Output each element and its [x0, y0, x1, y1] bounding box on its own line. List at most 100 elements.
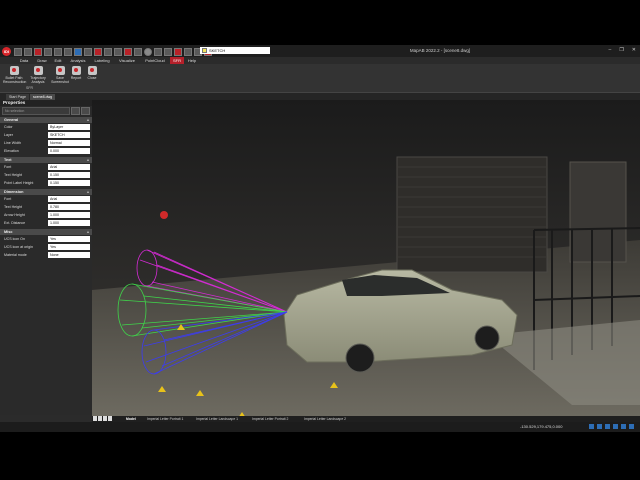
zoom-icon[interactable] [74, 48, 82, 56]
property-value[interactable]: Yes [48, 236, 90, 242]
tab-draw[interactable]: Draw [34, 57, 50, 64]
tab-data[interactable]: Data [14, 57, 34, 64]
redo-icon[interactable] [64, 48, 72, 56]
maximize-icon[interactable]: ❐ [619, 47, 623, 53]
section-dimension[interactable]: Dimension [0, 189, 92, 195]
snap-toggle-icon[interactable] [589, 424, 594, 429]
selection-filter: No selection [2, 107, 90, 115]
print-icon[interactable] [44, 48, 52, 56]
quick-select-icon[interactable] [71, 107, 80, 115]
property-value[interactable]: 1.000 [48, 220, 90, 226]
property-value[interactable]: 0.780 [48, 204, 90, 210]
tab-edit[interactable]: Edit [50, 57, 66, 64]
property-value[interactable]: Arial [48, 164, 90, 170]
property-row: Arrow Height 1.000 [0, 211, 92, 219]
model-viewport[interactable] [92, 100, 640, 416]
measure-icon[interactable] [154, 48, 162, 56]
ortho-toggle-icon[interactable] [605, 424, 610, 429]
property-value[interactable]: ByLayer [48, 124, 90, 130]
property-value[interactable]: Arial [48, 196, 90, 202]
tab-visualize[interactable]: Visualize [114, 57, 140, 64]
filter-icon[interactable] [81, 107, 90, 115]
close-button[interactable]: Close [81, 65, 103, 89]
property-row: Color ByLayer [0, 123, 92, 131]
settings-icon[interactable] [629, 424, 634, 429]
property-value[interactable]: None [48, 252, 90, 258]
selection-dropdown[interactable]: No selection [2, 107, 70, 115]
snap-icon[interactable] [94, 48, 102, 56]
first-layout-icon[interactable] [93, 416, 97, 421]
undo-icon[interactable] [54, 48, 62, 56]
minimize-icon[interactable]: – [609, 47, 612, 53]
last-layout-icon[interactable] [108, 416, 112, 421]
title-bar: IDI SKETCH MapAB 2022.2 - [scene8.dwg] –… [0, 45, 640, 57]
property-row: Layer SKETCH [0, 131, 92, 139]
layer-manager-icon[interactable] [124, 48, 132, 56]
tab-help[interactable]: Help [184, 57, 200, 64]
wall-red-marker [160, 211, 168, 219]
prev-layout-icon[interactable] [98, 416, 102, 421]
layer-freeze-icon[interactable] [164, 48, 172, 56]
open-file-icon[interactable] [24, 48, 32, 56]
grid-icon[interactable] [104, 48, 112, 56]
property-key: Arrow Height [4, 213, 25, 217]
bullet-path-reconstruction-button[interactable]: Bullet Path Reconstruction [3, 65, 27, 89]
property-value[interactable]: Yes [48, 244, 90, 250]
close-icon [87, 66, 97, 75]
cursor-coordinates: -130.529,179.475,0.000 [520, 424, 563, 429]
tab-pointcloud[interactable]: PointCloud [140, 57, 170, 64]
layer-color-swatch [202, 48, 207, 53]
property-value[interactable]: Normal [48, 140, 90, 146]
pan-icon[interactable] [84, 48, 92, 56]
property-value[interactable]: SKETCH [48, 132, 90, 138]
property-key: Font [4, 165, 12, 169]
polar-toggle-icon[interactable] [613, 424, 618, 429]
trajectory-label: Trajectory Analysis [30, 76, 46, 84]
tab-labeling[interactable]: Labeling [90, 57, 114, 64]
next-layout-icon[interactable] [103, 416, 107, 421]
property-row: Line Width Normal [0, 139, 92, 147]
status-toggles [589, 424, 634, 429]
property-row: Font Arial [0, 163, 92, 171]
property-value[interactable]: 0.150 [48, 172, 90, 178]
render-icon[interactable] [144, 48, 152, 56]
property-value[interactable]: 1.000 [48, 212, 90, 218]
front-wheel [345, 343, 375, 373]
property-key: Font [4, 197, 12, 201]
ortho-icon[interactable] [114, 48, 122, 56]
section-general[interactable]: General [0, 117, 92, 123]
property-key: Text Height [4, 173, 22, 177]
tab-sfr[interactable]: SFR [170, 57, 184, 64]
section-misc[interactable]: Misc [0, 229, 92, 235]
property-row: Text Height 0.780 [0, 203, 92, 211]
property-row: UCS icon at origin Yes [0, 243, 92, 251]
quick-access-toolbar [14, 48, 212, 56]
trajectory-icon [33, 66, 43, 75]
ribbon-group-label: SFR [26, 86, 33, 90]
property-row: Material mode None [0, 251, 92, 259]
new-file-icon[interactable] [14, 48, 22, 56]
layer-dropdown-value: SKETCH [209, 48, 226, 53]
close-window-icon[interactable]: ✕ [632, 47, 636, 53]
bullet-path-icon [9, 66, 19, 75]
property-row: Point Label Height 0.150 [0, 179, 92, 187]
properties-panel: Properties No selection General Color ByL… [0, 100, 93, 415]
app-logo[interactable]: IDI [2, 47, 11, 56]
osnap-toggle-icon[interactable] [621, 424, 626, 429]
property-key: Material mode [4, 253, 27, 257]
ribbon-panel: Bullet Path Reconstruction Trajectory An… [0, 64, 640, 93]
property-row: Text Height 0.150 [0, 171, 92, 179]
properties-icon[interactable] [134, 48, 142, 56]
layer-off-icon[interactable] [184, 48, 192, 56]
layer-dropdown[interactable]: SKETCH [200, 47, 270, 54]
property-value[interactable]: 0.000 [48, 148, 90, 154]
save-icon[interactable] [34, 48, 42, 56]
layer-lock-icon[interactable] [174, 48, 182, 56]
section-text[interactable]: Text [0, 157, 92, 163]
window-controls: – ❐ ✕ [609, 47, 636, 53]
property-value[interactable]: 0.150 [48, 180, 90, 186]
tab-analysis[interactable]: Analysis [66, 57, 90, 64]
grid-toggle-icon[interactable] [597, 424, 602, 429]
point-cloud-scene [92, 100, 640, 416]
bullet-path-label: Bullet Path Reconstruction [3, 76, 27, 84]
